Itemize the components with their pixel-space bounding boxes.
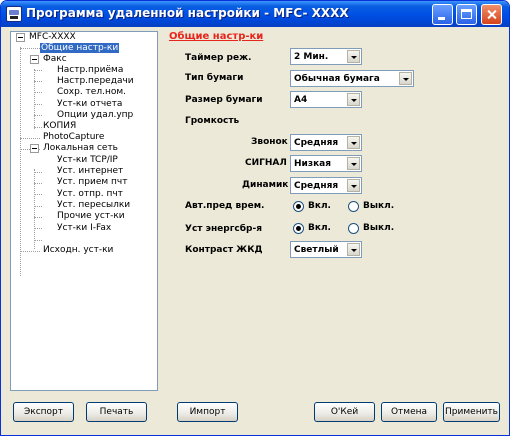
ring-label: Звонок xyxy=(251,137,288,147)
chevron-down-icon[interactable] xyxy=(347,243,360,256)
tree-item-misc[interactable]: Прочие уст-ки xyxy=(56,211,126,222)
lcd-contrast-value: Светлый xyxy=(294,245,339,255)
paper-type-select[interactable]: Обычная бумага xyxy=(290,70,414,87)
settings-tree[interactable]: MFC-XXXX Общие настр-ки Факс Настр.приём… xyxy=(10,31,158,391)
tree-item-send-setup[interactable]: Настр.передачи xyxy=(56,76,135,87)
tree-item-report-setting[interactable]: Уст-ки отчета xyxy=(56,99,123,110)
tree-item-remote-fax-options[interactable]: Опции удал.упр xyxy=(56,110,134,121)
timer-value: 2 Мин. xyxy=(294,52,329,62)
tree-item-address-book[interactable]: Сохр. тел.ном. xyxy=(56,87,127,98)
eco-label: Уст энергсбр-я xyxy=(185,224,263,234)
auto-dst-off-label[interactable]: Выкл. xyxy=(363,200,394,212)
tree-item-receive-setup[interactable]: Настр.приёма xyxy=(56,65,124,76)
tree-item-mail-tx[interactable]: Уст. отпр. пчт xyxy=(56,189,124,200)
timer-select[interactable]: 2 Мин. xyxy=(290,48,362,65)
window-title: Программа удаленной настройки - MFC- XXX… xyxy=(26,6,349,20)
lcd-contrast-label: Контраст ЖКД xyxy=(185,245,263,255)
speaker-label: Динамик xyxy=(242,180,289,190)
export-button[interactable]: Экспорт xyxy=(13,402,74,422)
close-icon xyxy=(482,5,501,24)
cancel-button[interactable]: Отмена xyxy=(381,402,437,422)
tree-item-fax[interactable]: Факс xyxy=(42,54,68,65)
tree-item-initial-setup[interactable]: Исходн. уст-ки xyxy=(42,245,114,256)
timer-label: Таймер реж. xyxy=(185,53,252,63)
chevron-down-icon[interactable] xyxy=(347,93,360,106)
maximize-icon xyxy=(461,9,472,19)
eco-off-label[interactable]: Выкл. xyxy=(363,222,394,234)
speaker-volume-value: Средняя xyxy=(294,181,339,191)
beeper-volume-value: Низкая xyxy=(294,159,332,169)
ring-volume-value: Средняя xyxy=(294,138,339,148)
eco-off-radio[interactable] xyxy=(348,223,359,234)
maximize-button[interactable] xyxy=(456,4,477,25)
tree-item-mail-rx[interactable]: Уст. прием пчт xyxy=(56,177,128,188)
chevron-down-icon[interactable] xyxy=(347,136,360,149)
chevron-down-icon[interactable] xyxy=(347,50,360,63)
speaker-volume-select[interactable]: Средняя xyxy=(290,177,362,194)
title-bar[interactable]: Программа удаленной настройки - MFC- XXX… xyxy=(1,1,509,27)
lcd-contrast-select[interactable]: Светлый xyxy=(290,241,362,258)
tree-item-relay[interactable]: Уст. пересылки xyxy=(56,200,131,211)
collapse-lan-icon[interactable] xyxy=(30,144,39,153)
tree-item-internet-setup[interactable]: Уст. интернет xyxy=(56,166,124,177)
import-button[interactable]: Импорт xyxy=(177,402,238,422)
printer-app-icon xyxy=(6,6,22,22)
tree-item-copy[interactable]: КОПИЯ xyxy=(42,121,77,132)
tree-item-general[interactable]: Общие настр-ки xyxy=(40,43,120,54)
chevron-down-icon[interactable] xyxy=(347,157,360,170)
eco-on-radio[interactable] xyxy=(293,223,304,234)
paper-size-select[interactable]: A4 xyxy=(290,91,362,108)
chevron-down-icon[interactable] xyxy=(399,72,412,85)
print-button[interactable]: Печать xyxy=(86,402,147,422)
collapse-root-icon[interactable] xyxy=(16,33,25,42)
apply-button[interactable]: Применить xyxy=(443,402,500,422)
chevron-down-icon[interactable] xyxy=(347,179,360,192)
volume-label: Громкость xyxy=(185,116,240,126)
minimize-icon xyxy=(438,17,445,20)
tree-item-ifax[interactable]: Уст-ки I-Fax xyxy=(56,223,112,234)
close-button[interactable] xyxy=(481,4,502,25)
tree-item-tcpip[interactable]: Уст-ки TCP/IP xyxy=(56,155,119,166)
ring-volume-select[interactable]: Средняя xyxy=(290,134,362,151)
paper-size-value: A4 xyxy=(294,95,308,105)
collapse-fax-icon[interactable] xyxy=(30,55,39,64)
paper-type-value: Обычная бумага xyxy=(294,74,380,84)
tree-item-lan[interactable]: Локальная сеть xyxy=(42,143,119,154)
eco-on-label[interactable]: Вкл. xyxy=(308,222,331,234)
beeper-label: СИГНАЛ xyxy=(245,158,287,168)
tree-item-photocapture[interactable]: PhotoCapture xyxy=(42,132,105,143)
auto-dst-on-radio[interactable] xyxy=(293,201,304,212)
auto-dst-on-label[interactable]: Вкл. xyxy=(308,200,331,212)
minimize-button[interactable] xyxy=(432,4,453,25)
section-title: Общие настр-ки xyxy=(169,31,264,42)
tree-root[interactable]: MFC-XXXX xyxy=(28,32,77,43)
auto-dst-off-radio[interactable] xyxy=(348,201,359,212)
paper-type-label: Тип бумаги xyxy=(185,73,244,83)
paper-size-label: Размер бумаги xyxy=(185,95,263,105)
auto-dst-label: Авт.пред врем. xyxy=(185,201,265,211)
beeper-volume-select[interactable]: Низкая xyxy=(290,155,362,172)
remote-setup-window: Программа удаленной настройки - MFC- XXX… xyxy=(0,0,510,436)
ok-button[interactable]: O'Кей xyxy=(314,402,375,422)
